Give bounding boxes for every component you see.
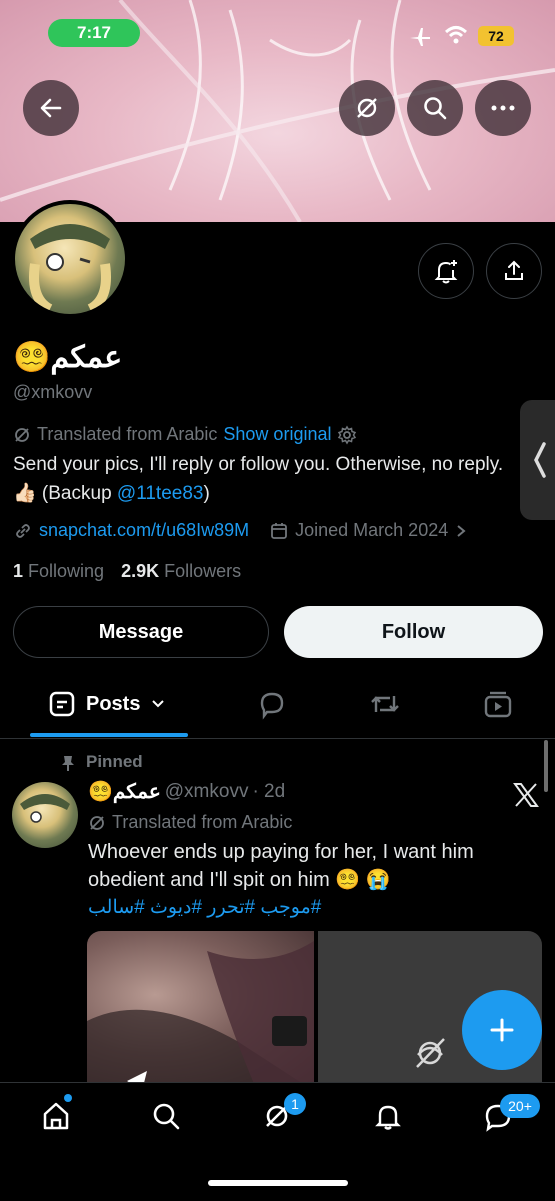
compose-button[interactable] bbox=[462, 990, 542, 1070]
profile-meta: snapchat.com/t/u68Iw89M Joined March 202… bbox=[13, 520, 468, 541]
name-emoji: 😵‍💫 bbox=[13, 341, 51, 374]
side-panel-handle[interactable] bbox=[520, 400, 555, 520]
joined-date: Joined March 2024 bbox=[295, 520, 449, 540]
chevron-right-icon[interactable] bbox=[454, 523, 468, 539]
tab-media[interactable] bbox=[482, 688, 514, 725]
chevron-down-icon bbox=[152, 700, 165, 708]
following-stat[interactable]: 1 Following bbox=[13, 561, 104, 581]
home-icon bbox=[43, 1102, 69, 1130]
tweet-author[interactable]: 😵‍💫عمكم bbox=[88, 779, 161, 804]
avatar-image bbox=[29, 224, 111, 314]
profile-avatar[interactable] bbox=[11, 200, 129, 318]
grok-icon bbox=[357, 98, 377, 118]
x-logo-icon[interactable] bbox=[512, 782, 540, 813]
repost-icon bbox=[371, 696, 399, 712]
grok-button[interactable] bbox=[339, 80, 395, 136]
followers-count: 2.9K bbox=[121, 561, 160, 581]
follow-button[interactable]: Follow bbox=[284, 606, 543, 658]
more-dots-icon bbox=[491, 105, 515, 111]
gear-icon[interactable] bbox=[337, 425, 357, 445]
airplane-icon bbox=[408, 26, 432, 53]
scrollbar[interactable] bbox=[544, 740, 548, 792]
media-photo-1 bbox=[87, 941, 314, 1091]
more-button[interactable] bbox=[475, 80, 531, 136]
grok-badge: 1 bbox=[284, 1093, 306, 1115]
translation-row: Translated from Arabic Show original bbox=[13, 424, 357, 445]
media-icon bbox=[484, 691, 512, 718]
tab-reposts[interactable] bbox=[368, 688, 402, 725]
tweet-avatar[interactable] bbox=[12, 782, 78, 848]
message-button[interactable]: Message bbox=[13, 606, 269, 658]
tweet-translated-label: Translated from Arabic bbox=[112, 812, 293, 832]
share-button[interactable] bbox=[486, 243, 542, 299]
search-icon bbox=[153, 1103, 180, 1130]
profile-link[interactable]: snapchat.com/t/u68Iw89M bbox=[39, 520, 249, 541]
bell-icon bbox=[375, 1105, 401, 1130]
display-name: 😵‍💫عمكم bbox=[13, 340, 122, 375]
following-count: 1 bbox=[13, 561, 24, 581]
profile-handle: @xmkovv bbox=[13, 382, 93, 402]
messages-badge: 20+ bbox=[500, 1094, 540, 1118]
tab-posts-label: Posts bbox=[86, 692, 141, 715]
share-icon bbox=[505, 260, 523, 280]
pinned-label: Pinned bbox=[86, 752, 143, 771]
home-notification-dot bbox=[64, 1094, 72, 1102]
reply-icon bbox=[260, 692, 284, 720]
chevron-left-icon bbox=[534, 442, 546, 478]
followers-stat[interactable]: 2.9K Followers bbox=[121, 561, 241, 581]
translate-icon bbox=[15, 427, 29, 442]
wifi-icon bbox=[444, 24, 468, 51]
tab-replies[interactable] bbox=[256, 688, 288, 725]
tweet-translation-row: Translated from Arabic bbox=[88, 812, 292, 833]
plus-icon bbox=[490, 1018, 514, 1042]
active-tab-indicator bbox=[30, 733, 188, 737]
back-button[interactable] bbox=[23, 80, 79, 136]
nav-home[interactable] bbox=[36, 1096, 76, 1136]
tab-posts[interactable]: Posts bbox=[48, 690, 166, 718]
posts-icon bbox=[49, 691, 75, 717]
home-indicator bbox=[208, 1180, 348, 1186]
translated-label: Translated from Arabic bbox=[37, 424, 218, 444]
bell-plus-icon bbox=[434, 260, 458, 284]
battery-level: 72 bbox=[478, 26, 514, 46]
followers-label: Followers bbox=[164, 561, 242, 581]
bio-end: ) bbox=[203, 483, 210, 504]
arrow-left-icon bbox=[40, 98, 62, 118]
calendar-icon bbox=[271, 522, 288, 539]
tweet-text: Whoever ends up paying for her, I want h… bbox=[88, 841, 474, 891]
notify-button[interactable] bbox=[418, 243, 474, 299]
bio-mention-link[interactable]: @11tee83 bbox=[117, 483, 204, 504]
tweet-media-1[interactable] bbox=[87, 931, 314, 1091]
bio-text: Send your pics, I'll reply or follow you… bbox=[13, 454, 504, 504]
tweet-handle: @xmkovv bbox=[164, 780, 249, 802]
follow-stats: 1 Following 2.9K Followers bbox=[13, 561, 241, 582]
tweet-author-name: عمكم bbox=[112, 781, 161, 803]
nav-search[interactable] bbox=[146, 1096, 186, 1136]
search-button[interactable] bbox=[407, 80, 463, 136]
show-original-link[interactable]: Show original bbox=[223, 424, 331, 445]
status-time: 7:17 bbox=[48, 19, 140, 47]
following-label: Following bbox=[28, 561, 105, 581]
search-icon bbox=[424, 97, 447, 120]
tweet-hashtags[interactable]: #موجب #تحرر #ديوث #سالب bbox=[88, 896, 321, 919]
tweet-avatar-image bbox=[20, 794, 70, 823]
profile-bio: Send your pics, I'll reply or follow you… bbox=[13, 450, 523, 508]
tweet-header: 😵‍💫عمكم @xmkovv · 2d bbox=[88, 779, 285, 804]
pin-icon bbox=[60, 754, 76, 777]
nav-notifications[interactable] bbox=[368, 1096, 408, 1136]
tweet-author-emoji: 😵‍💫 bbox=[88, 781, 113, 803]
name-text: عمكم bbox=[50, 341, 123, 374]
tweet-time: · 2d bbox=[252, 780, 286, 802]
link-icon bbox=[16, 523, 30, 538]
translate-icon bbox=[90, 815, 104, 830]
